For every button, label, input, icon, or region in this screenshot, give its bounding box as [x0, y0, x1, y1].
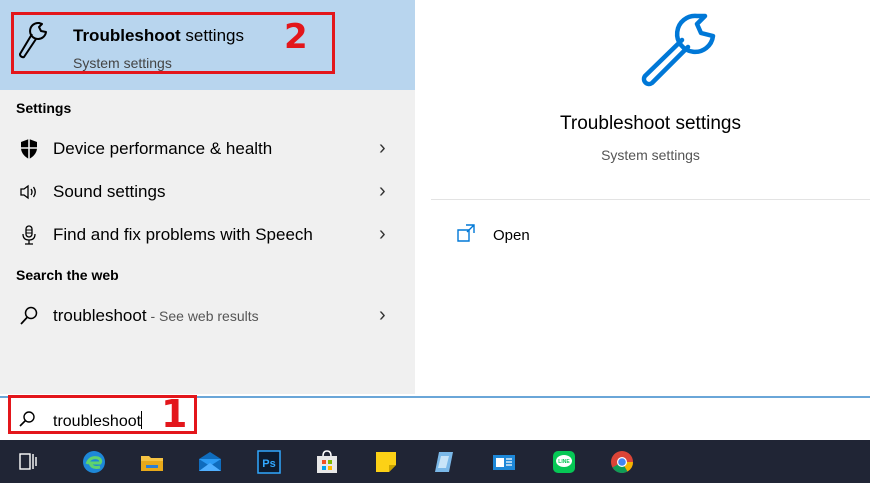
speaker-icon: [20, 184, 36, 200]
chrome-icon[interactable]: [608, 448, 636, 476]
sticky-notes-icon[interactable]: [372, 448, 400, 476]
result-label: Sound settings: [53, 182, 166, 201]
chevron-right-icon[interactable]: ›: [379, 180, 386, 203]
open-icon: [457, 224, 475, 242]
preview-subtitle: System settings: [601, 147, 700, 163]
annotation-marker-2: 2: [284, 17, 308, 57]
annotation-marker-1: 1: [161, 392, 188, 436]
task-view-icon[interactable]: [15, 448, 43, 476]
store-icon[interactable]: [313, 448, 341, 476]
section-search-web: Search the web: [16, 267, 119, 283]
result-device-performance[interactable]: Device performance & health ›: [0, 129, 415, 169]
result-label: Device performance & health: [53, 139, 273, 158]
svg-text:Ps: Ps: [262, 458, 275, 470]
shield-icon: [21, 139, 37, 159]
open-action[interactable]: Open: [456, 222, 606, 250]
preview-title: Troubleshoot settings: [560, 113, 741, 134]
result-label: Find and fix problems with Speech: [53, 225, 313, 244]
wrench-icon: [641, 13, 716, 87]
divider: [431, 199, 870, 200]
line-icon[interactable]: LINE: [550, 448, 578, 476]
microphone-icon: [22, 225, 36, 245]
result-sound-settings[interactable]: Sound settings ›: [0, 172, 415, 212]
edge-icon[interactable]: [80, 448, 108, 476]
chevron-right-icon[interactable]: ›: [379, 304, 386, 327]
news-icon[interactable]: [490, 448, 518, 476]
app-icon[interactable]: [431, 448, 459, 476]
open-label: Open: [493, 227, 530, 244]
section-settings: Settings: [16, 100, 72, 116]
taskbar: Ps LINE: [0, 440, 870, 483]
search-icon: [20, 306, 38, 325]
photoshop-icon[interactable]: Ps: [255, 448, 283, 476]
file-explorer-icon[interactable]: [138, 448, 166, 476]
mail-icon[interactable]: [196, 448, 224, 476]
result-speech[interactable]: Find and fix problems with Speech ›: [0, 215, 415, 255]
chevron-right-icon[interactable]: ›: [379, 137, 386, 160]
result-label: troubleshoot - See web results: [53, 306, 259, 325]
svg-text:LINE: LINE: [558, 459, 570, 465]
chevron-right-icon[interactable]: ›: [379, 223, 386, 246]
result-web-search[interactable]: troubleshoot - See web results ›: [0, 296, 415, 336]
